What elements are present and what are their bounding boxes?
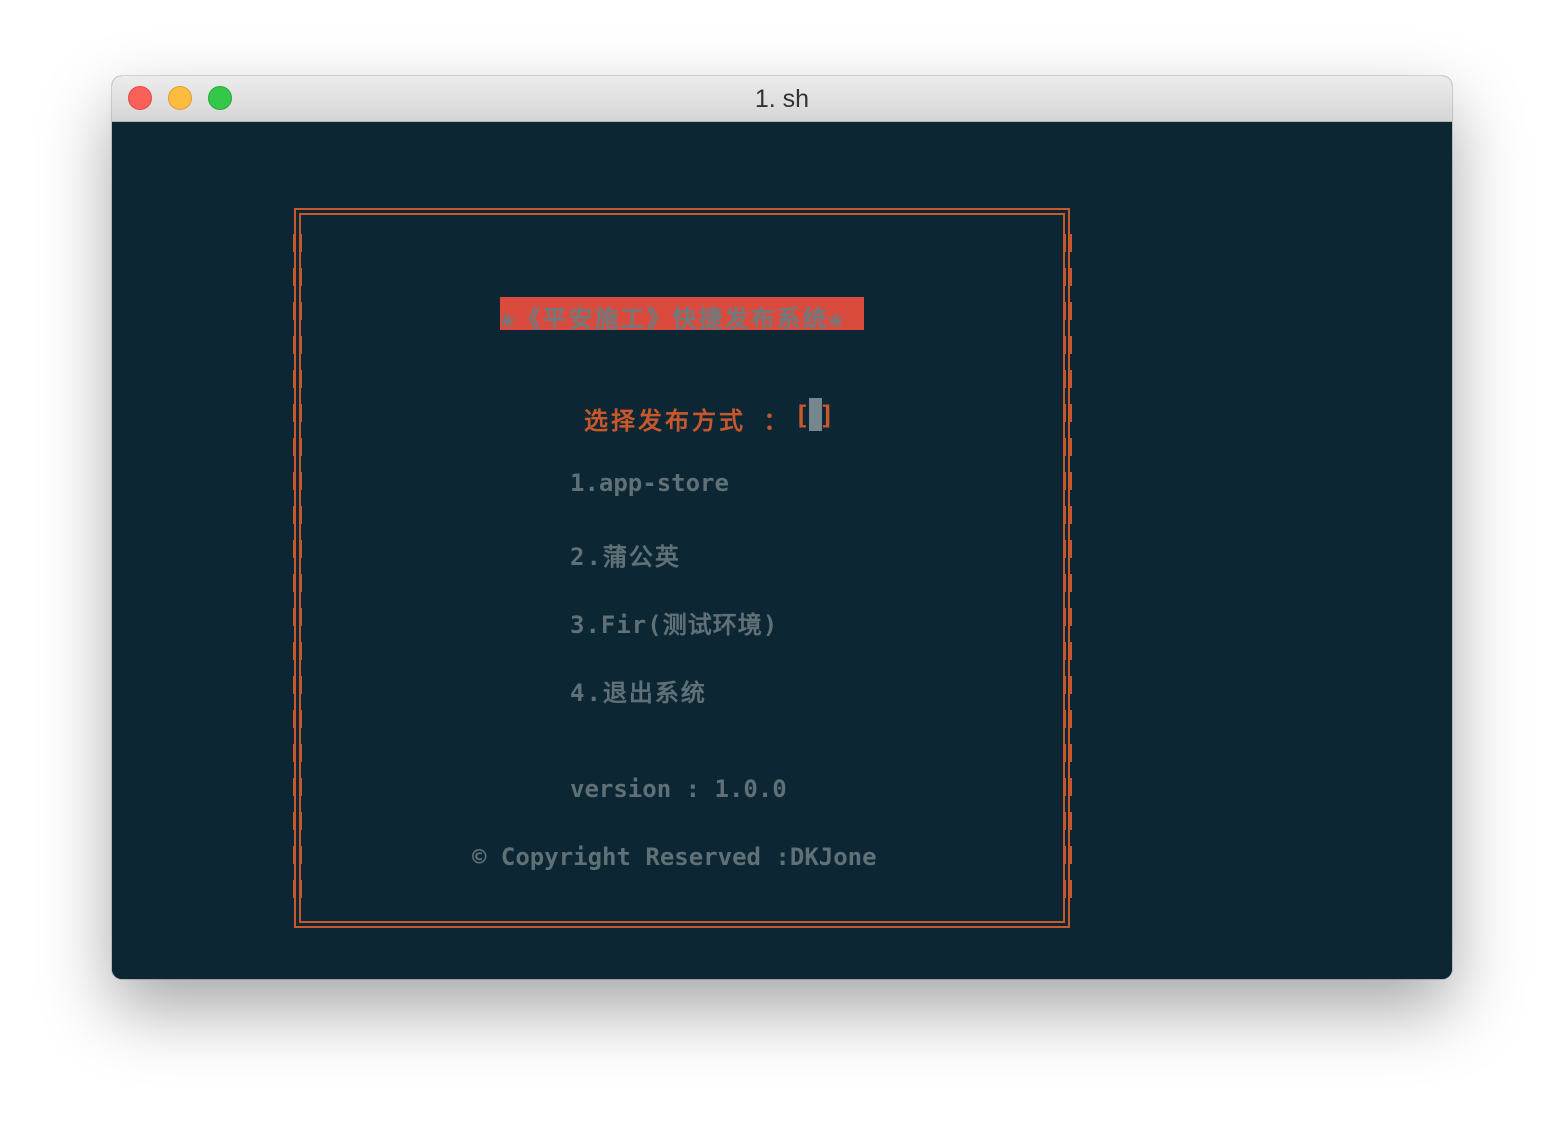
frame-bar-segment (293, 778, 302, 796)
frame-bar-segment (293, 336, 302, 354)
frame-bar-segment (1063, 540, 1072, 558)
frame-bar-segment (293, 574, 302, 592)
frame-bar-segment (1063, 676, 1072, 694)
frame-bar-segment (293, 880, 302, 898)
frame-bar-segment (293, 506, 302, 524)
terminal-window: 1. sh ❀《平安施工》快捷发布系统❀ 选择发布方式 ： [ ] 1.app-… (112, 76, 1452, 979)
option-pgyer: 2.蒲公英 (570, 543, 681, 571)
frame-bar-segment (1063, 404, 1072, 422)
frame-bar-segment (293, 234, 302, 252)
option-exit: 4.退出系统 (570, 679, 707, 707)
frame-bar-segment (293, 710, 302, 728)
title-bar[interactable]: 1. sh (112, 76, 1452, 122)
version-label: version : 1.0.0 (570, 775, 787, 803)
frame-bar-segment (1063, 778, 1072, 796)
frame-bar-segment (293, 608, 302, 626)
frame-bar-segment (293, 438, 302, 456)
frame-bar-segment (1063, 268, 1072, 286)
frame-bar-segment (1063, 608, 1072, 626)
frame-bar-segment (1063, 438, 1072, 456)
input-bracket-close: ] (819, 401, 835, 431)
frame-bar-segment (293, 302, 302, 320)
frame-bar-segment (1063, 370, 1072, 388)
terminal-content[interactable]: ❀《平安施工》快捷发布系统❀ 选择发布方式 ： [ ] 1.app-store … (112, 122, 1452, 979)
select-method-prompt: 选择发布方式 ： (584, 407, 791, 435)
frame-bar-segment (1063, 880, 1072, 898)
frame-bar-segment (293, 472, 302, 490)
frame-bar-segment (293, 540, 302, 558)
frame-bar-segment (293, 676, 302, 694)
frame-bar-segment (1063, 744, 1072, 762)
frame-bar-segment (1063, 472, 1072, 490)
frame-bar-segment (1063, 642, 1072, 660)
window-title: 1. sh (754, 85, 810, 113)
option-app-store: 1.app-store (570, 469, 729, 497)
frame-bar-segment (1063, 846, 1072, 864)
frame-bar-segment (293, 268, 302, 286)
frame-bar-segment (293, 744, 302, 762)
frame-bar-segment (1063, 234, 1072, 252)
frame-bar-segment (1063, 812, 1072, 830)
frame-bar-segment (1063, 710, 1072, 728)
frame-bar-segment (1063, 574, 1072, 592)
input-bracket-open: [ (794, 401, 810, 431)
frame-bar-segment (1063, 302, 1072, 320)
frame-bar-segment (293, 812, 302, 830)
frame-bar-segment (1063, 506, 1072, 524)
frame-bar-segment (293, 404, 302, 422)
frame-bar-segment (1063, 336, 1072, 354)
copyright-label: © Copyright Reserved :DKJone (472, 843, 877, 871)
frame-bar-segment (293, 370, 302, 388)
system-title: ❀《平安施工》快捷发布系统❀ (500, 305, 845, 333)
frame-bar-segment (293, 846, 302, 864)
option-fir-test: 3.Fir(测试环境) (570, 611, 779, 639)
frame-bar-segment (293, 642, 302, 660)
